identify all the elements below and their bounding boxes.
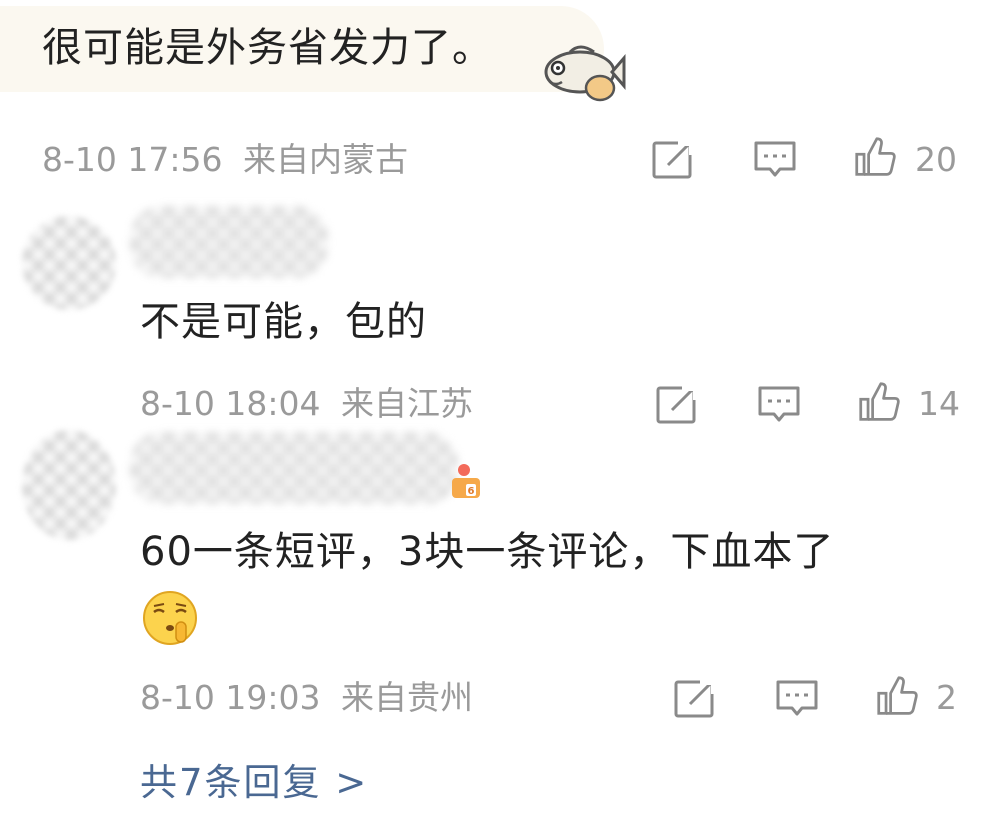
share-icon[interactable]: [654, 384, 700, 426]
reply-date: 8-10 18:04: [140, 384, 321, 423]
share-icon[interactable]: [672, 678, 718, 720]
level-badge-icon: 6: [452, 464, 480, 498]
like-count: 14: [918, 384, 960, 423]
reply-meta: 8-10 18:04 来自江苏: [140, 384, 473, 424]
avatar[interactable]: [22, 216, 116, 310]
username-blurred[interactable]: [130, 432, 458, 504]
reply-text: 60一条短评，3块一条评论，下血本了: [140, 529, 835, 575]
like-icon[interactable]: [874, 675, 920, 717]
comment-icon[interactable]: [774, 678, 820, 720]
username-blurred[interactable]: [130, 206, 328, 278]
comment-date: 8-10 17:56: [42, 140, 223, 179]
like-icon[interactable]: [856, 381, 902, 423]
comment-location: 来自内蒙古: [243, 140, 408, 179]
like-count: 2: [936, 678, 957, 717]
more-replies-link[interactable]: 共7条回复 >: [140, 760, 368, 806]
reply-meta: 8-10 19:03 来自贵州: [140, 678, 473, 718]
svg-text:6: 6: [468, 486, 475, 497]
like-count: 20: [915, 140, 957, 179]
shush-face-icon: [143, 591, 197, 645]
reply-location: 来自贵州: [341, 678, 473, 717]
comment-meta: 8-10 17:56 来自内蒙古: [42, 140, 408, 180]
share-icon[interactable]: [650, 139, 696, 181]
reply-location: 来自江苏: [341, 384, 473, 423]
like-icon[interactable]: [852, 136, 898, 178]
avatar[interactable]: [22, 430, 116, 540]
comment-text: 很可能是外务省发力了。: [42, 25, 493, 71]
comment-icon[interactable]: [756, 384, 802, 426]
reply-text: 不是可能，包的: [140, 299, 427, 345]
fish-icon: [544, 45, 626, 102]
reply-date: 8-10 19:03: [140, 678, 321, 717]
comment-icon[interactable]: [752, 139, 798, 181]
